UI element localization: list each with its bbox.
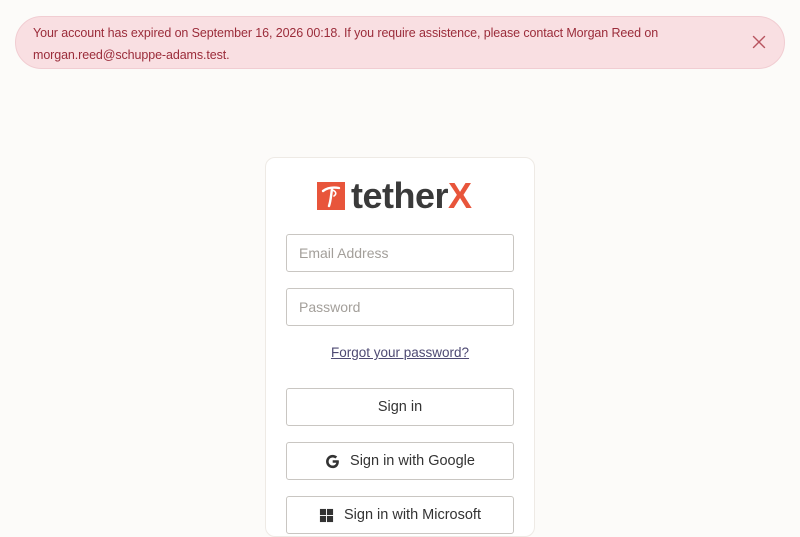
tetherx-logo: tetherX [317, 176, 472, 216]
logo-text-accent: X [448, 175, 472, 216]
close-icon[interactable] [748, 31, 770, 53]
sign-in-microsoft-button[interactable]: Sign in with Microsoft [286, 496, 514, 534]
sign-in-microsoft-label: Sign in with Microsoft [344, 507, 481, 523]
sign-in-google-button[interactable]: Sign in with Google [286, 442, 514, 480]
logo-wordmark: tetherX [351, 176, 472, 216]
expired-account-alert: Your account has expired on September 16… [15, 16, 785, 69]
alert-message: Your account has expired on September 16… [33, 26, 659, 62]
tetherx-logo-mark-icon [317, 182, 345, 210]
login-card: tetherX Forgot your password? Sign in Si… [265, 157, 535, 537]
password-field[interactable] [286, 288, 514, 326]
google-icon [325, 454, 340, 469]
sign-in-button[interactable]: Sign in [286, 388, 514, 426]
sign-in-label: Sign in [377, 399, 423, 415]
logo-text-main: tether [351, 175, 449, 216]
email-field[interactable] [286, 234, 514, 272]
sign-in-google-label: Sign in with Google [350, 453, 475, 469]
forgot-password-link[interactable]: Forgot your password? [266, 345, 534, 360]
microsoft-icon [319, 508, 334, 523]
